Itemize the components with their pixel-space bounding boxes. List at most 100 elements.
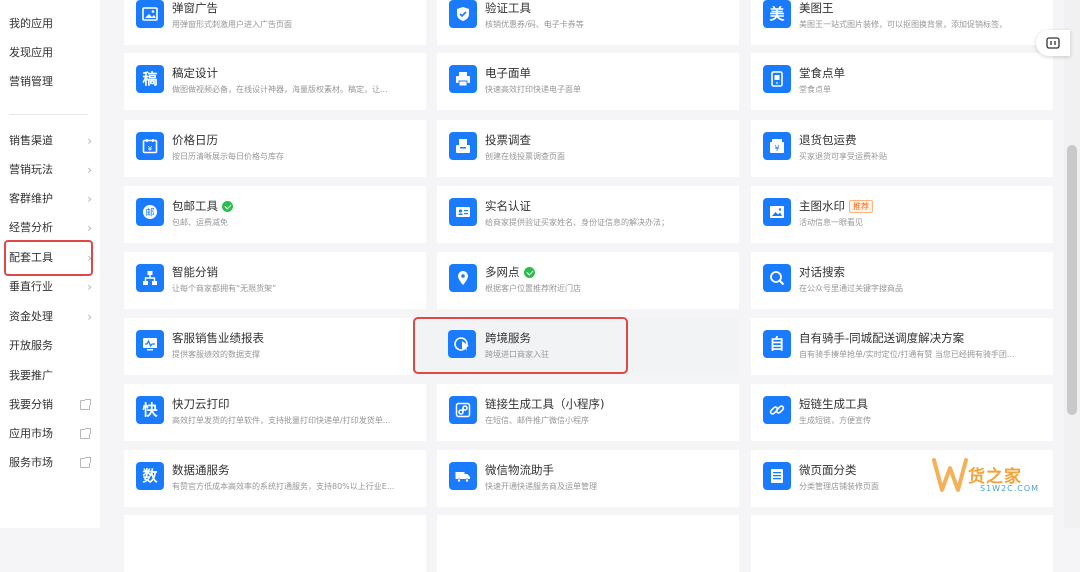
sidebar-item-my-apps[interactable]: 我的应用 [9,14,94,34]
sidebar-item-discover-apps[interactable]: 发现应用 [9,43,94,63]
certified-badge-icon [523,266,535,278]
app-card-free-shipping[interactable]: 邮 包邮工具 包邮、运费减免 [124,186,426,243]
data-icon: 数 [136,462,164,490]
app-card-title: 客服销售业绩报表 [172,331,264,345]
link-icon [763,396,791,424]
network-icon [136,264,164,292]
app-card-desc: 高效打单发货的打单软件，支持批量打印快递单/打印发货单... [172,416,391,425]
app-card-desc: 包邮、运费减免 [172,218,228,227]
sidebar-item-distribution[interactable]: 我要分销 [9,395,94,415]
app-card-title: 智能分销 [172,265,218,279]
chevron-right-icon: › [87,221,92,235]
sidebar-item-label: 我要分销 [9,398,53,411]
app-card-dialog-search[interactable]: 对话搜索 在公众号里通过关键字搜商品 [751,252,1053,309]
sidebar-item-sales-channels[interactable]: 销售渠道 › [9,131,94,151]
sidebar-item-customer-maintenance[interactable]: 客群维护 › [9,189,94,209]
app-card-title: 美图王 [799,1,834,15]
app-card-desc: 美图王一站式图片装修，可以抠图换背景，添加促销标签， [799,20,1007,29]
app-card-desc: 活动信息一眼看见 [799,218,863,227]
app-card-title: 验证工具 [485,1,531,15]
app-card-desc: 在短信、邮件推广微信小程序 [485,416,589,425]
svg-text:¥: ¥ [774,144,779,153]
recommend-tag: 推荐 [849,199,873,213]
app-card-desc: 做图做视频必备，在线设计神器，海量版权素材。稿定，让... [172,85,388,94]
app-card-title: 多网点 [485,264,535,280]
scrollbar-thumb[interactable] [1067,145,1077,415]
app-card-partial[interactable] [751,515,1053,572]
app-card-kuaidao-print[interactable]: 快 快刀云打印 高效打单发货的打单软件，支持批量打印快递单/打印发货单... [124,384,426,441]
app-card-title: 微页面分类 [799,463,857,477]
watermark-en-text: S1W2C.COM [980,484,1040,493]
location-icon [449,264,477,292]
app-card-title: 自有骑手-同城配送调度解决方案 [799,331,965,345]
app-card-link-generator[interactable]: 链接生成工具（小程序) 在短信、邮件推广微信小程序 [437,384,739,441]
external-link-icon [80,428,91,439]
app-card-desc: 按日历清晰展示每日价格与库存 [172,152,284,161]
sidebar-item-marketing-play[interactable]: 营销玩法 › [9,160,94,180]
app-card-data-service[interactable]: 数 数据通服务 有赞官方低成本高效率的系统打通服务，支持80%以上行业E... [124,450,426,507]
app-card-popup-ad[interactable]: 弹窗广告 用弹窗形式刺激用户进入广告页面 [124,0,426,45]
app-card-title: 对话搜索 [799,265,845,279]
sidebar-item-service-market[interactable]: 服务市场 [9,453,94,473]
app-card-desc: 让每个商家都拥有“无限货架” [172,284,277,293]
app-card-title: 堂食点单 [799,66,845,80]
app-card-image-watermark[interactable]: 主图水印 推荐 活动信息一眼看见 [751,186,1053,243]
app-card-wechat-logistics[interactable]: 微信物流助手 快速开通快递服务商及运单管理 [437,450,739,507]
app-card-title: 弹窗广告 [172,1,218,15]
app-card-desc: 生成短链，方便宣传 [799,416,871,425]
sidebar-item-label: 垂直行业 [9,280,53,293]
chevron-right-icon: › [87,310,92,324]
sidebar-item-label: 销售渠道 [9,134,53,147]
app-card-title: 实名认证 [485,199,531,213]
sidebar-item-label: 营销玩法 [9,163,53,176]
chat-icon [1046,37,1060,49]
app-card-multi-store[interactable]: 多网点 根据客户位置推荐附近门店 [437,252,739,309]
app-card-return-shipping[interactable]: ¥ 退货包运费 买家退货可享受运费补贴 [751,120,1053,177]
app-card-partial[interactable] [437,515,739,572]
sidebar-item-app-market[interactable]: 应用市场 [9,424,94,444]
app-card-own-rider[interactable]: 自 自有骑手-同城配送调度解决方案 自有骑手揍单抢单/实时定位/打通有赞 当您已… [751,318,1053,375]
sidebar-item-funds[interactable]: 资金处理 › [9,307,94,327]
external-link-icon [80,457,91,468]
app-card-price-calendar[interactable]: ¥ 价格日历 按日历清晰展示每日价格与库存 [124,120,426,177]
report-icon [136,330,164,358]
app-card-desc: 堂食点单 [799,85,831,94]
selection-highlight-box [4,240,93,276]
app-card-gaoding[interactable]: 稿 稿定设计 做图做视频必备，在线设计神器，海量版权素材。稿定，让... [124,53,426,110]
sidebar-item-vertical-industry[interactable]: 垂直行业 › [9,277,94,297]
sidebar-item-promote[interactable]: 我要推广 [9,366,94,386]
sidebar-item-business-analysis[interactable]: 经营分析 › [9,218,94,238]
certified-badge-icon [222,200,233,212]
app-card-service-report[interactable]: 客服销售业绩报表 提供客服绩效的数据支撑 [124,318,426,375]
printer-icon [449,65,477,93]
sidebar-item-marketing-management[interactable]: 营销管理 [9,72,94,92]
svg-text:¥: ¥ [148,145,153,153]
app-card-title: 退货包运费 [799,133,857,147]
svg-text:邮: 邮 [145,207,154,219]
app-card-dine-in-order[interactable]: 堂食点单 堂食点单 [751,53,1053,110]
chevron-right-icon: › [87,163,92,177]
sidebar-item-open-services[interactable]: 开放服务 [9,336,94,356]
chevron-right-icon: › [87,280,92,294]
sidebar-divider [9,114,88,115]
app-card-title: 数据通服务 [172,463,230,477]
site-watermark: 货之家 S1W2C.COM [930,448,1060,508]
app-card-e-waybill[interactable]: 电子面单 快速高效打印快递电子面单 [437,53,739,110]
app-card-verification[interactable]: 验证工具 核销优惠券/码、电子卡券等 [437,0,739,45]
app-card-partial[interactable] [124,515,426,572]
app-card-short-link[interactable]: 短链生成工具 生成短链，方便宣传 [751,384,1053,441]
app-card-real-name[interactable]: 实名认证 给商家提供验证买家姓名、身份证信息的解决办法； [437,186,739,243]
app-card-desc: 自有骑手揍单抢单/实时定位/打通有赞 当您已经拥有骑手团... [799,350,1015,359]
sidebar-item-label: 我的应用 [9,17,53,30]
selection-highlight-box [413,317,628,374]
app-card-desc: 创建在线投票调查页面 [485,152,565,161]
feedback-button[interactable] [1036,30,1070,56]
app-card-smart-distribution[interactable]: 智能分销 让每个商家都拥有“无限货架” [124,252,426,309]
image-icon [136,0,164,28]
app-card-title: 微信物流助手 [485,463,554,477]
truck-icon [449,462,477,490]
id-card-icon [449,198,477,226]
app-card-meitu[interactable]: 美 美图王 美图王一站式图片装修，可以抠图换背景，添加促销标签， [751,0,1053,45]
app-card-title: 快刀云打印 [172,397,230,411]
app-card-vote-survey[interactable]: 投票调查 创建在线投票调查页面 [437,120,739,177]
